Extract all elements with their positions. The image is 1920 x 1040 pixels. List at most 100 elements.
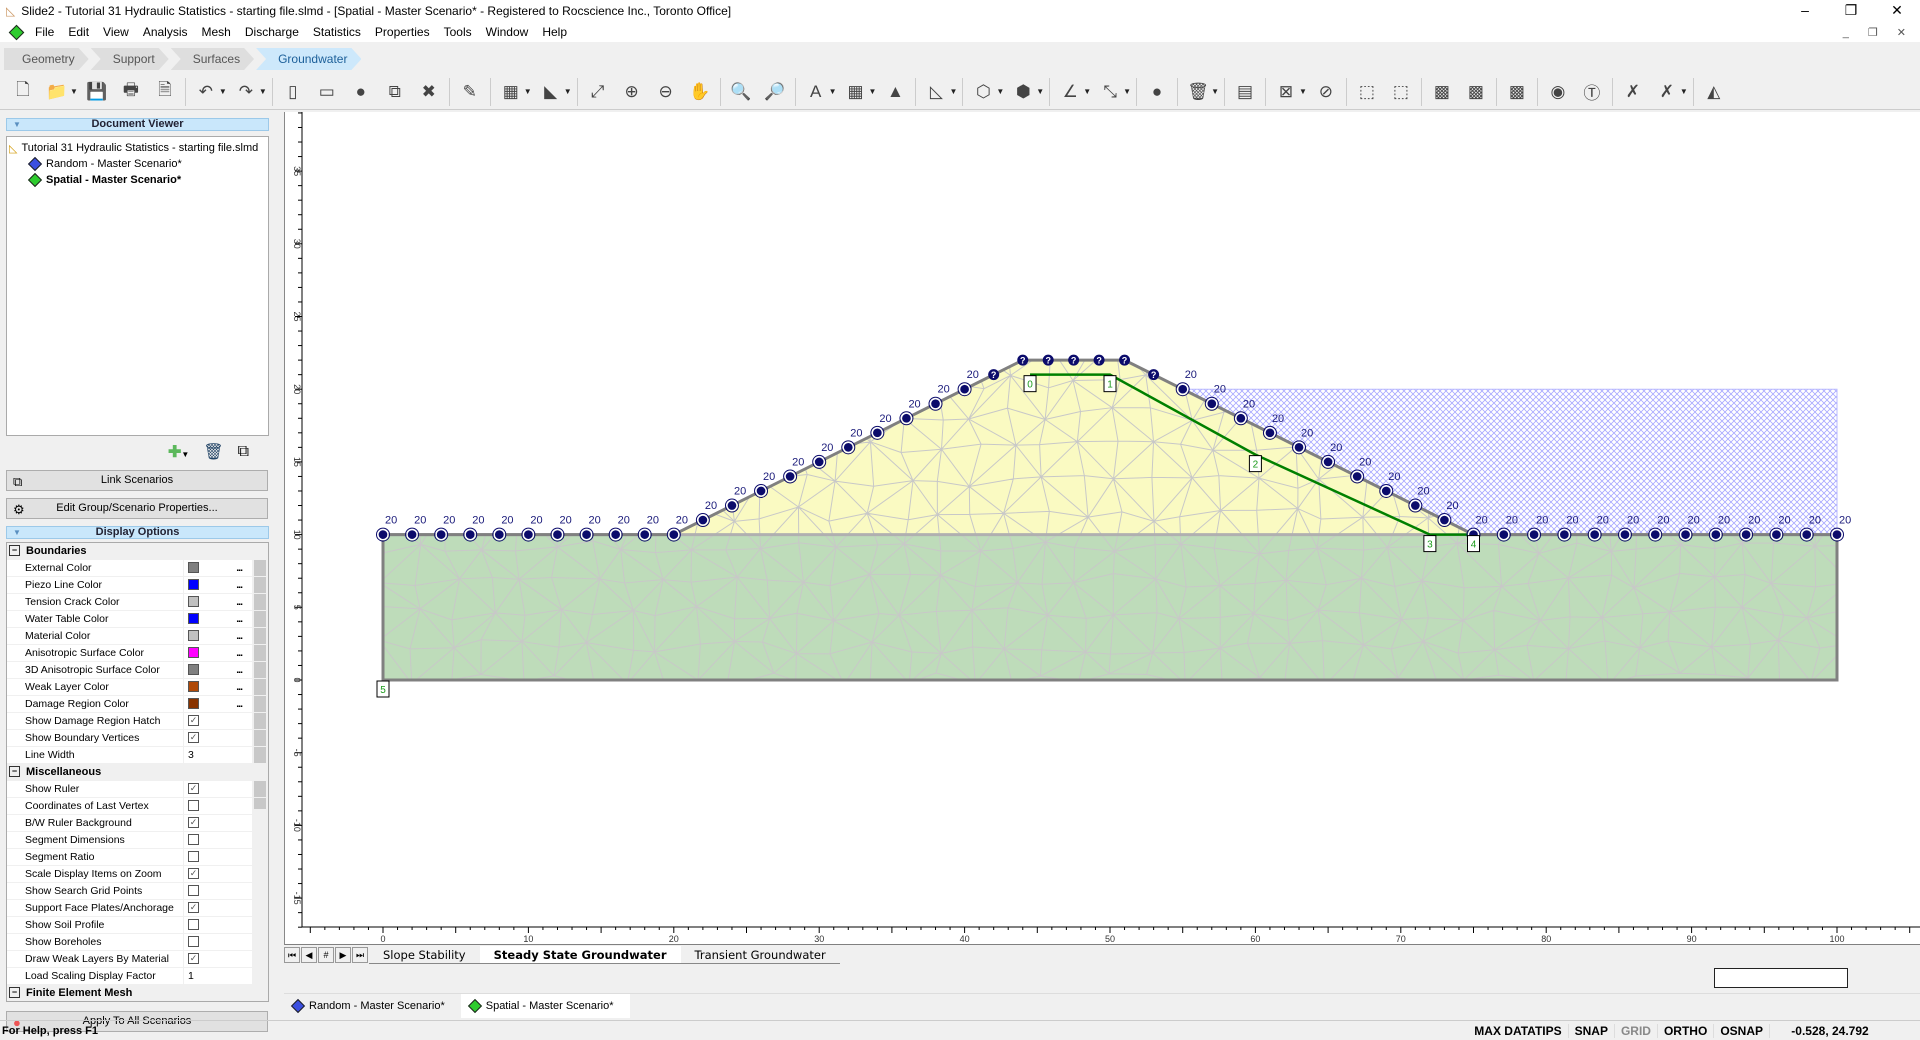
zoom-out-icon[interactable]: ⊖ [653, 79, 679, 105]
add-scenario-icon[interactable]: ✚▼ [168, 442, 189, 462]
color-swatch[interactable] [188, 664, 199, 675]
unknown-bc-marker[interactable]: ? [1093, 354, 1105, 366]
ruler-triangle-icon[interactable]: ◺ [923, 79, 949, 105]
scenario-tab[interactable]: Spatial - Master Scenario* [460, 993, 630, 1018]
picture-icon[interactable]: ▲ [882, 79, 908, 105]
mesh-boundary-icon[interactable]: ⬚ [1354, 79, 1380, 105]
link-scenarios-icon[interactable]: ⧉ [382, 79, 408, 105]
collapse-toggle-icon[interactable]: − [9, 987, 20, 998]
sheet-nav-button[interactable]: ▶ [335, 947, 351, 963]
color-swatch[interactable] [188, 698, 199, 709]
mesh-setup-icon[interactable]: ⊠ [1273, 79, 1299, 105]
dropdown-arrow-icon[interactable]: ▼ [1211, 87, 1219, 96]
zoom-in-icon[interactable]: ⊕ [619, 79, 645, 105]
color-picker-button[interactable]: ... [236, 577, 243, 593]
color-picker-button[interactable]: ... [236, 611, 243, 627]
dropdown-arrow-icon[interactable]: ▼ [259, 87, 267, 96]
unknown-bc-marker[interactable]: ? [1017, 354, 1029, 366]
edit-document-icon[interactable]: ✎ [457, 79, 483, 105]
close-scenario-icon[interactable]: ✖ [416, 79, 442, 105]
minimize-button[interactable]: – [1782, 0, 1828, 22]
document-viewer-header[interactable]: ▼ Document Viewer [6, 118, 269, 131]
restore-button[interactable]: ❐ [1828, 0, 1874, 22]
color-swatch[interactable] [188, 681, 199, 692]
polyline-icon[interactable]: ⬡ [970, 79, 996, 105]
mesh-refine-icon[interactable]: ▩ [1463, 79, 1489, 105]
sheet-nav-button[interactable]: ◀ [301, 947, 317, 963]
open-folder-icon[interactable]: 📁 [44, 79, 70, 105]
remove-boundary-icon[interactable]: ✗ [1654, 79, 1680, 105]
dropdown-arrow-icon[interactable]: ▼ [70, 87, 78, 96]
mesh-edit-icon[interactable]: ⬚ [1388, 79, 1414, 105]
menu-properties[interactable]: Properties [368, 25, 437, 39]
zoom-window-icon[interactable]: 🔍 [728, 79, 754, 105]
menu-mesh[interactable]: Mesh [195, 25, 238, 39]
layer-icon[interactable]: ◣ [538, 79, 564, 105]
polygon-icon[interactable]: ⬢ [1010, 79, 1036, 105]
dropdown-arrow-icon[interactable]: ▼ [1123, 87, 1131, 96]
dropdown-arrow-icon[interactable]: ▼ [524, 87, 532, 96]
export-image-icon[interactable]: 🗎 [152, 79, 178, 105]
display-options-header[interactable]: ▼ Display Options [6, 526, 269, 539]
piezo-edit-icon[interactable]: ◭ [1701, 79, 1727, 105]
status-toggle-ortho[interactable]: ORTHO [1658, 1023, 1715, 1038]
mesh-quality-icon[interactable]: ▩ [1504, 79, 1530, 105]
tile-vertical-icon[interactable]: ▯ [280, 79, 306, 105]
tile-horizontal-icon[interactable]: ▭ [314, 79, 340, 105]
status-toggle-snap[interactable]: SNAP [1569, 1023, 1615, 1038]
menu-analysis[interactable]: Analysis [136, 25, 195, 39]
checkbox[interactable] [188, 936, 199, 947]
color-picker-button[interactable]: ... [236, 560, 243, 576]
print-icon[interactable]: 🖶 [118, 79, 144, 105]
save-icon[interactable]: 💾 [84, 79, 110, 105]
color-picker-button[interactable]: ... [236, 679, 243, 695]
sheet-tab[interactable]: Transient Groundwater [680, 946, 840, 964]
status-toggle-osnap[interactable]: OSNAP [1714, 1023, 1770, 1038]
pan-icon[interactable]: ✋ [687, 79, 713, 105]
category-boundaries[interactable]: − Boundaries [7, 543, 268, 560]
dropdown-arrow-icon[interactable]: ▼ [1680, 87, 1688, 96]
menu-window[interactable]: Window [479, 25, 536, 39]
color-picker-button[interactable]: ... [236, 662, 243, 678]
tree-scenario-spatial[interactable]: Spatial - Master Scenario* [9, 172, 266, 188]
close-button[interactable]: ✕ [1874, 0, 1920, 22]
color-swatch[interactable] [188, 647, 199, 658]
model-view[interactable]: 20 20 20 20 20 20 20 20 20 20 20202020202020202020… [285, 112, 1920, 946]
boundary-conditions-icon[interactable]: ✗ [1620, 79, 1646, 105]
color-wheel-icon[interactable]: ● [348, 79, 374, 105]
color-swatch[interactable] [188, 630, 199, 641]
menu-view[interactable]: View [96, 25, 136, 39]
property-value[interactable]: 1 [188, 970, 194, 982]
color-swatch[interactable] [188, 562, 199, 573]
dropdown-arrow-icon[interactable]: ▼ [996, 87, 1004, 96]
text-box-icon[interactable]: A [803, 79, 829, 105]
sheet-tab[interactable]: Slope Stability [369, 946, 480, 964]
checkbox[interactable] [188, 851, 199, 862]
status-toggle-grid[interactable]: GRID [1615, 1023, 1658, 1038]
unknown-bc-marker[interactable]: ? [1148, 369, 1160, 381]
category-miscellaneous[interactable]: − Miscellaneous [7, 764, 268, 781]
undo-icon[interactable]: ↶ [193, 79, 219, 105]
sheet-nav-button[interactable]: # [318, 947, 334, 963]
new-file-icon[interactable]: 🗋 [10, 79, 36, 105]
checkbox[interactable]: ✓ [188, 783, 199, 794]
calculator-icon[interactable]: ▦ [498, 79, 524, 105]
checkbox[interactable]: ✓ [188, 817, 199, 828]
checkbox[interactable]: ✓ [188, 902, 199, 913]
color-swatch[interactable] [188, 579, 199, 590]
category-finite-element-mesh[interactable]: − Finite Element Mesh [7, 985, 268, 1001]
color-picker-button[interactable]: ... [236, 628, 243, 644]
checkbox[interactable] [188, 885, 199, 896]
dropdown-arrow-icon[interactable]: ▼ [1036, 87, 1044, 96]
mdi-controls[interactable]: _ ❐ ✕ [1843, 26, 1914, 39]
status-toggle-max-datatips[interactable]: MAX DATATIPS [1468, 1023, 1569, 1038]
color-picker-button[interactable]: ... [236, 645, 243, 661]
discretize-icon[interactable]: ⊘ [1313, 79, 1339, 105]
checkbox[interactable] [188, 834, 199, 845]
unknown-bc-marker[interactable]: ? [1068, 354, 1080, 366]
unknown-bc-marker[interactable]: ? [988, 369, 1000, 381]
dropdown-arrow-icon[interactable]: ▼ [869, 87, 877, 96]
menu-discharge[interactable]: Discharge [238, 25, 306, 39]
dropdown-arrow-icon[interactable]: ▼ [829, 87, 837, 96]
sheet-tab[interactable]: Steady State Groundwater [479, 946, 681, 964]
